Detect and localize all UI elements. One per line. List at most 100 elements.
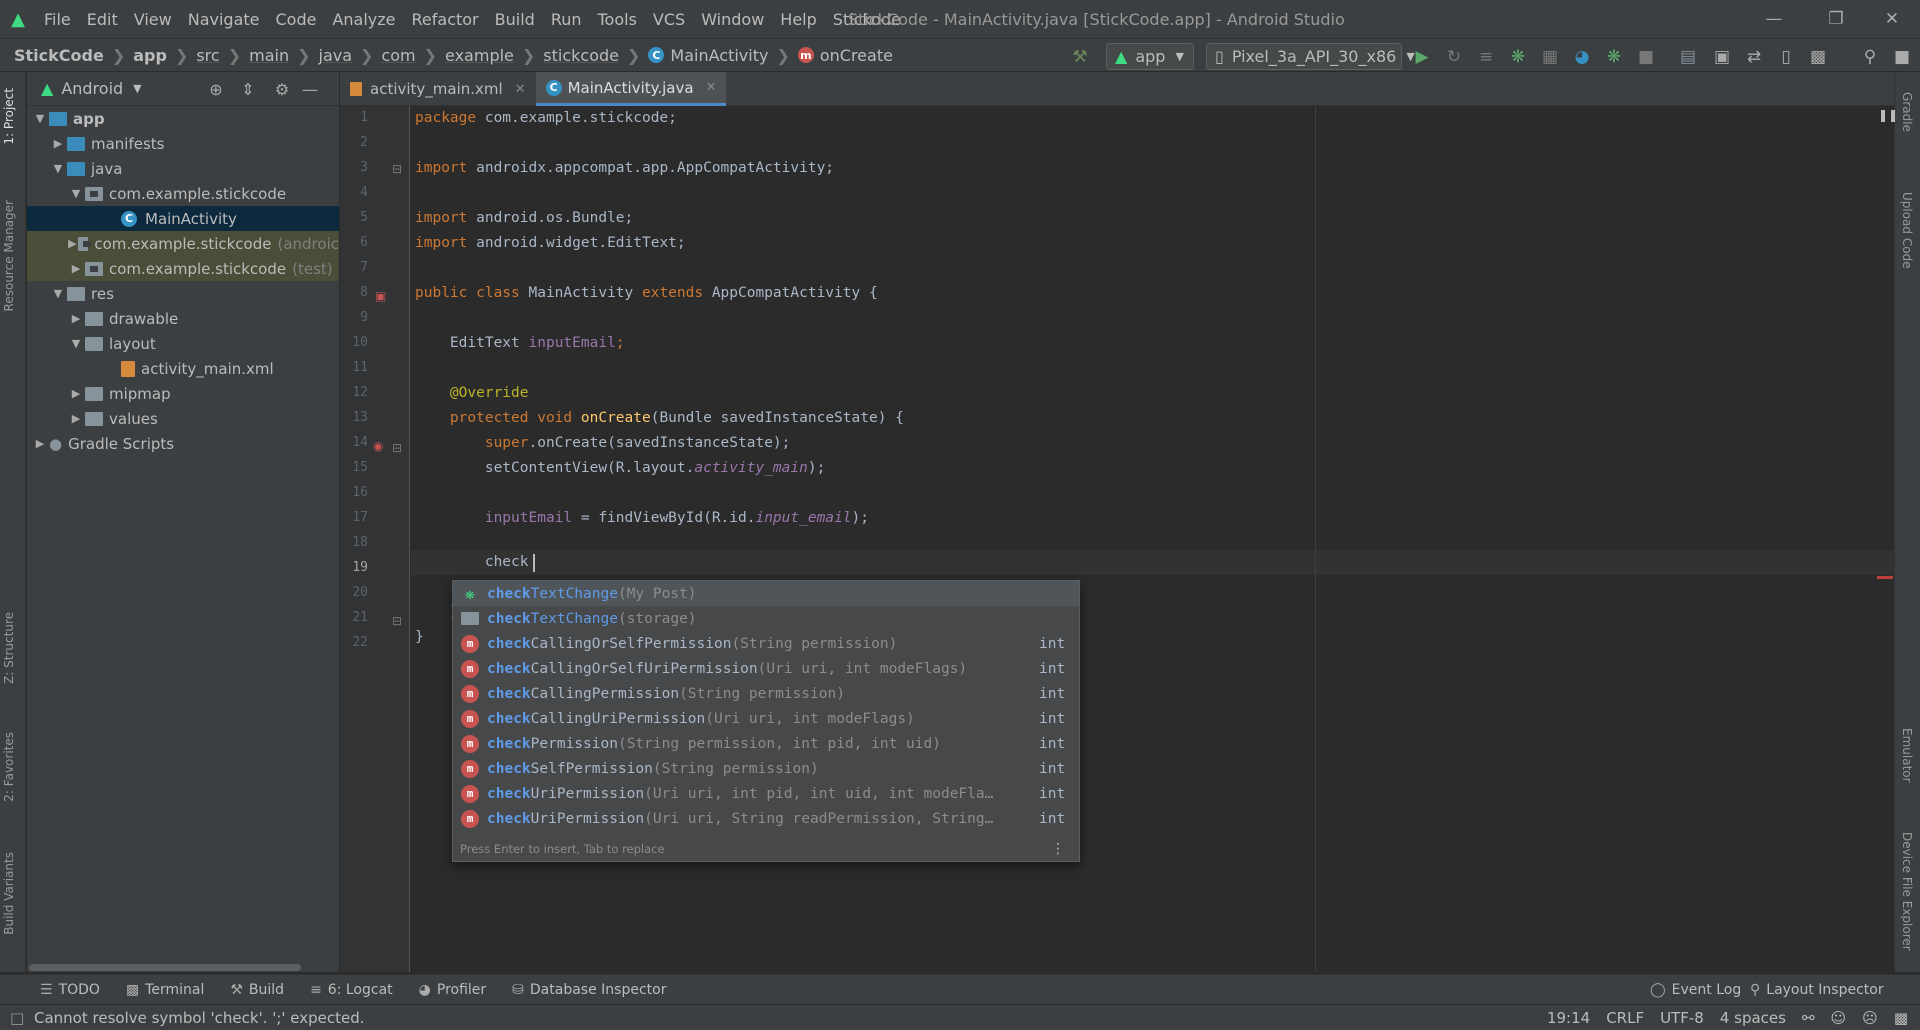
menu-run[interactable]: Run [543, 10, 590, 29]
breadcrumb-example[interactable]: example [437, 46, 514, 65]
breadcrumb-main[interactable]: main [241, 46, 289, 65]
tree-item-values[interactable]: ▶ values [27, 406, 339, 431]
completion-item[interactable]: m checkCallingOrSelfPermission (String p… [453, 631, 1079, 656]
chevron-down-icon[interactable]: ▼ [49, 287, 67, 300]
tool-tab-device-file-explorer[interactable]: Device File Explorer [1900, 832, 1914, 951]
chevron-down-icon[interactable]: ▼ [133, 82, 141, 95]
more-options-icon[interactable]: ⋮ [1051, 841, 1065, 857]
tree-item-layout[interactable]: ▼ layout [27, 331, 339, 356]
lock-icon[interactable]: ⚯ [1802, 1009, 1815, 1027]
tool-profiler[interactable]: ◕ Profiler [419, 982, 487, 998]
hide-icon[interactable]: — [299, 78, 321, 100]
close-icon[interactable]: ✕ [1862, 0, 1920, 38]
tool-tab-resource-manager[interactable]: Resource Manager [2, 200, 16, 311]
hammer-build-icon[interactable]: ⚒ [1068, 45, 1092, 69]
breadcrumb-class[interactable]: C MainActivity [640, 46, 768, 65]
chevron-right-icon[interactable]: ▶ [67, 387, 85, 400]
tree-item-manifests[interactable]: ▶ manifests [27, 131, 339, 156]
project-structure-icon[interactable]: ▤ [1676, 45, 1700, 69]
tool-tab-gradle[interactable]: Gradle [1900, 92, 1914, 132]
run-icon[interactable]: ▶ [1410, 45, 1434, 69]
tool-todo[interactable]: ☰ TODO [40, 982, 100, 998]
gear-icon[interactable]: ⚙ [271, 78, 293, 100]
stop-icon[interactable]: ■ [1634, 45, 1658, 69]
tool-logcat[interactable]: ≡ 6: Logcat [310, 982, 393, 998]
chevron-right-icon[interactable]: ▶ [67, 237, 78, 250]
account-icon[interactable]: ■ [1890, 45, 1914, 69]
apply-code-changes-icon[interactable]: ≡ [1474, 45, 1498, 69]
apply-changes-icon[interactable]: ↻ [1442, 45, 1466, 69]
completion-popup[interactable]: ❋ checkTextChange (My Post) checkTextCha… [452, 580, 1080, 862]
tool-tab-build-variants[interactable]: Build Variants [2, 852, 16, 935]
sdk-manager-icon[interactable]: ▩ [1806, 45, 1830, 69]
tree-item-java[interactable]: ▼ java [27, 156, 339, 181]
chevron-right-icon[interactable]: ▶ [67, 262, 85, 275]
restore-icon[interactable]: ❐ [1806, 0, 1866, 38]
sync-gradle-icon[interactable]: ⇄ [1742, 45, 1766, 69]
tool-tab-project[interactable]: 1: Project [2, 88, 16, 145]
project-view-mode[interactable]: Android [61, 79, 123, 98]
completion-item[interactable]: m checkCallingUriPermission (Uri uri, in… [453, 706, 1079, 731]
android-activity-icon[interactable]: ▣ [375, 289, 386, 303]
tool-event-log[interactable]: ◯ Event Log [1650, 982, 1741, 998]
attach-debugger-icon[interactable]: ❋ [1602, 45, 1626, 69]
coverage-icon[interactable]: ▦ [1538, 45, 1562, 69]
file-encoding[interactable]: UTF-8 [1660, 1009, 1704, 1027]
menu-build[interactable]: Build [487, 10, 543, 29]
breadcrumb-stickcode[interactable]: stickcode [535, 46, 619, 65]
tree-item-app[interactable]: ▼ app [27, 106, 339, 131]
profile-icon[interactable]: ◕ [1570, 45, 1594, 69]
tree-item-mipmap[interactable]: ▶ mipmap [27, 381, 339, 406]
breadcrumb-java[interactable]: java [311, 46, 353, 65]
tab-mainactivity-java[interactable]: C MainActivity.java ✕ [535, 72, 727, 106]
close-icon[interactable]: ✕ [706, 80, 717, 95]
search-icon[interactable]: ⚲ [1858, 45, 1882, 69]
tool-terminal[interactable]: ▩ Terminal [126, 982, 204, 998]
fold-icon[interactable]: ⊟ [392, 441, 402, 455]
menu-navigate[interactable]: Navigate [180, 10, 268, 29]
tool-layout-inspector[interactable]: ⚲ Layout Inspector [1750, 982, 1884, 998]
completion-item[interactable]: m checkCallingPermission (String permiss… [453, 681, 1079, 706]
menu-refactor[interactable]: Refactor [404, 10, 487, 29]
fold-icon[interactable]: ⊟ [392, 162, 402, 176]
override-method-icon[interactable]: ◉ [373, 439, 383, 453]
device-manager-icon[interactable]: ▯ [1774, 45, 1798, 69]
completion-item[interactable]: m checkUriPermission (Uri uri, int pid, … [453, 781, 1079, 806]
chevron-down-icon[interactable]: ▼ [67, 337, 85, 350]
editor-gutter[interactable]: 1 2 3 4 5 6 7 8 9 10 11 12 13 14 15 16 1… [340, 106, 410, 972]
chevron-right-icon[interactable]: ▶ [31, 437, 49, 450]
tree-item-mainactivity[interactable]: C MainActivity [27, 206, 339, 231]
chevron-down-icon[interactable]: ▼ [67, 187, 85, 200]
breadcrumb-com[interactable]: com [373, 46, 415, 65]
device-select[interactable]: ▯ Pixel_3a_API_30_x86 ▼ [1206, 43, 1415, 70]
horizontal-scrollbar[interactable] [29, 964, 301, 971]
fold-icon[interactable]: ⊟ [392, 614, 402, 628]
completion-item[interactable]: m checkPermission (String permission, in… [453, 731, 1079, 756]
menu-analyze[interactable]: Analyze [324, 10, 403, 29]
tool-tab-favorites[interactable]: 2: Favorites [2, 732, 16, 802]
indent-setting[interactable]: 4 spaces [1720, 1009, 1786, 1027]
tree-item-package-androidtest[interactable]: ▶ com.example.stickcode (androic [27, 231, 339, 256]
memory-indicator-icon[interactable]: ▩ [1894, 1009, 1908, 1027]
pause-icon[interactable]: ❚❚ [1878, 108, 1898, 122]
collapse-all-icon[interactable]: ⇕ [237, 78, 259, 100]
chevron-down-icon[interactable]: ▼ [31, 112, 49, 125]
avd-manager-icon[interactable]: ▣ [1710, 45, 1734, 69]
breadcrumb-method[interactable]: m onCreate [790, 46, 893, 65]
run-config-select[interactable]: ▲ app ▼ [1106, 43, 1194, 70]
breadcrumb-project[interactable]: StickCode [0, 46, 104, 65]
error-stripe-marker[interactable] [1877, 576, 1893, 579]
menu-window[interactable]: Window [693, 10, 772, 29]
tree-item-gradle-scripts[interactable]: ▶ ● Gradle Scripts [27, 431, 339, 456]
smiley-icon[interactable]: ☺ [1831, 1009, 1847, 1027]
toggle-tool-windows-icon[interactable]: □ [10, 1009, 24, 1027]
close-icon[interactable]: ✕ [515, 82, 526, 97]
chevron-right-icon[interactable]: ▶ [67, 312, 85, 325]
menu-file[interactable]: File [36, 10, 79, 29]
completion-item[interactable]: ❋ checkTextChange (My Post) [453, 581, 1079, 606]
tool-build[interactable]: ⚒ Build [230, 982, 284, 998]
locate-icon[interactable]: ⊕ [205, 78, 227, 100]
menu-view[interactable]: View [126, 10, 180, 29]
line-separator[interactable]: CRLF [1606, 1009, 1644, 1027]
tool-database-inspector[interactable]: ⛁ Database Inspector [512, 982, 666, 998]
